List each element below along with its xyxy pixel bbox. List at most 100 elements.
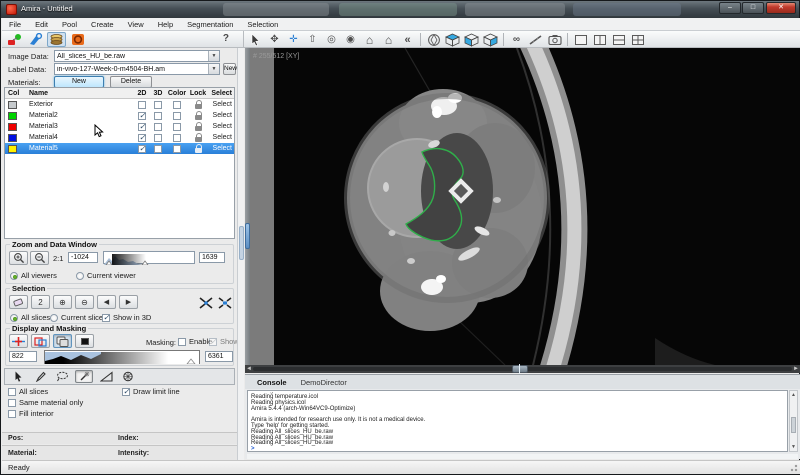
2d-checkbox[interactable] [138,134,146,142]
trackball-icon[interactable] [424,32,443,47]
3d-checkbox[interactable] [154,112,162,120]
undo-selection-icon[interactable]: 2 [31,295,50,309]
color-checkbox[interactable] [173,101,181,109]
draw-limit-line-checkbox[interactable]: Draw limit line [122,387,180,396]
object-pool-icon[interactable] [5,32,24,47]
seek-icon[interactable]: ◎ [322,32,341,47]
checkbox-icon[interactable] [102,314,110,322]
zoom-out-icon[interactable] [30,251,49,265]
color-checkbox[interactable] [173,112,181,120]
minimize-button[interactable]: – [719,2,741,14]
material-row-material2[interactable]: Material2 Select [5,110,234,121]
chevron-down-icon[interactable]: ▼ [208,64,219,74]
slider-left-arrow-icon[interactable]: ◄ [245,366,253,372]
color-swatch[interactable] [8,134,17,142]
label-data-new-button[interactable]: New [223,63,236,75]
fill-interior-checkbox[interactable]: Fill interior [8,409,54,418]
checkbox-icon[interactable] [178,338,186,346]
data-window-icon[interactable] [75,334,94,348]
chevron-down-icon[interactable]: ▼ [208,51,219,61]
lock-icon[interactable] [195,126,202,131]
color-checkbox[interactable] [173,145,181,153]
blow-tool-icon[interactable] [119,370,137,383]
3d-checkbox[interactable] [154,123,162,131]
data-window-histogram[interactable] [103,251,195,264]
lock-icon[interactable] [195,115,202,120]
lasso-tool-icon[interactable] [53,370,71,383]
2d-checkbox[interactable] [138,101,146,109]
console-scrollbar[interactable]: ▲ ▼ [789,390,798,452]
checkbox-icon[interactable] [8,410,16,418]
masking-enable-checkbox[interactable]: Enable [178,337,212,346]
2d-checkbox[interactable] [138,112,146,120]
radio-icon[interactable] [10,314,18,322]
help-icon[interactable]: ? [223,33,229,44]
crosshair-icon[interactable] [9,334,28,348]
lock-icon[interactable] [195,137,202,142]
all-slices-radio[interactable]: All slices [10,313,50,322]
2d-checkbox[interactable] [138,145,146,153]
select-link[interactable]: Select [208,112,234,119]
label-data-select[interactable]: in-vivo-127-Week-0-m4504-BH.am ▼ [54,63,220,75]
masking-histogram[interactable] [44,350,200,364]
menu-segmentation[interactable]: Segmentation [180,20,240,29]
next-icon[interactable]: ▶ [119,295,138,309]
menu-create[interactable]: Create [84,20,121,29]
snapshot-icon[interactable] [545,32,564,47]
masking-show-checkbox[interactable]: Show [209,337,239,346]
close-button[interactable]: ✕ [766,2,796,14]
slice-overlay-icon[interactable] [31,334,50,348]
segmentation-editor-icon[interactable] [47,32,66,47]
zoom-lens-icon[interactable] [53,334,72,348]
shrink-selection-icon[interactable] [215,295,234,310]
color-swatch[interactable] [8,112,17,120]
current-viewer-radio[interactable]: Current viewer [76,271,136,280]
menu-help[interactable]: Help [151,20,180,29]
color-checkbox[interactable] [173,123,181,131]
scrollbar-handle[interactable] [791,417,796,433]
color-checkbox[interactable] [173,134,181,142]
panel-scrollbar[interactable] [237,48,244,460]
show-in-3d-checkbox[interactable]: Show in 3D [102,313,151,322]
clear-selection-icon[interactable] [9,295,28,309]
zoom-icon[interactable]: ⇧ [303,32,322,47]
checkbox-icon[interactable] [122,388,130,396]
select-link[interactable]: Select [208,101,234,108]
select-link[interactable]: Select [208,134,234,141]
material-row-material3[interactable]: Material3 Select [5,121,234,132]
3d-checkbox[interactable] [154,101,162,109]
menu-view[interactable]: View [121,20,151,29]
menu-selection[interactable]: Selection [240,20,285,29]
menu-file[interactable]: File [2,20,28,29]
title-bar[interactable]: Amira - Untitled – □ ✕ [1,1,799,18]
measure-icon[interactable] [526,32,545,47]
checkbox-icon[interactable] [209,338,217,346]
slice-slider[interactable]: ◄ ► [245,365,800,373]
console-input-strip[interactable] [247,454,798,459]
radio-icon[interactable] [76,272,84,280]
tab-demodirector[interactable]: DemoDirector [301,378,347,387]
material-row-material5-selected[interactable]: Material5 Select [5,143,234,154]
select-link[interactable]: Select [208,145,234,152]
layout-two-vertical-icon[interactable] [590,32,609,47]
material-row-exterior[interactable]: Exterior Select [5,99,234,110]
slice-slider-vertical[interactable] [245,48,250,365]
view-yz-cube-icon[interactable] [481,32,500,47]
layout-single-icon[interactable] [571,32,590,47]
masking-max-input[interactable] [205,351,233,362]
layout-quad-icon[interactable] [628,32,647,47]
color-swatch[interactable] [8,123,17,131]
3d-checkbox[interactable] [154,134,162,142]
translate-icon[interactable]: ✛ [284,32,303,47]
previous-icon[interactable]: ◀ [97,295,116,309]
resize-grip[interactable] [789,463,798,472]
checkbox-icon[interactable] [8,399,16,407]
home-icon[interactable]: ⌂ [360,32,379,47]
threshold-tool-icon[interactable] [97,370,115,383]
subtract-selection-icon[interactable]: ⊖ [75,295,94,309]
grow-selection-icon[interactable] [196,295,215,310]
pointer-icon[interactable] [246,32,265,47]
radio-icon[interactable] [50,314,58,322]
select-link[interactable]: Select [208,123,234,130]
magic-wand-tool-icon[interactable] [75,370,93,383]
